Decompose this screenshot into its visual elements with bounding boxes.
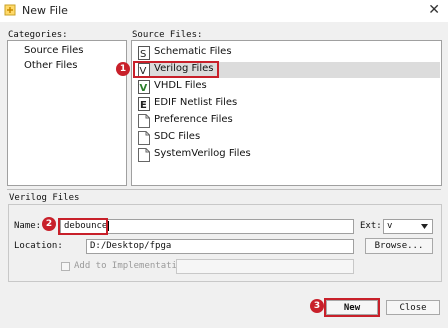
section-divider: [7, 189, 441, 190]
annotation-box-new: [324, 298, 380, 317]
svg-text:E: E: [140, 100, 147, 111]
location-field[interactable]: D:/Desktop/fpga: [86, 239, 354, 254]
ext-value: v: [387, 221, 393, 231]
annotation-badge-1: 1: [116, 62, 130, 76]
annotation-badge-3: 3: [310, 299, 324, 313]
source-item-label: SDC Files: [154, 131, 201, 142]
source-item-label: Schematic Files: [154, 46, 232, 57]
categories-label: Categories:: [8, 30, 68, 40]
source-item-systemverilog[interactable]: SystemVerilog Files: [138, 147, 440, 163]
annotation-badge-2: 2: [42, 217, 56, 231]
text-cursor: [108, 221, 110, 231]
implementation-select[interactable]: [176, 259, 354, 274]
add-to-implementation-label: Add to Implementation: [74, 261, 188, 271]
title-bar: New File ✕: [0, 0, 448, 22]
ext-label: Ext:: [360, 221, 382, 231]
new-file-icon: [4, 4, 16, 16]
annotation-box-verilog: [133, 61, 219, 78]
vhdl-file-icon: V: [138, 80, 150, 94]
preference-file-icon: [138, 114, 150, 128]
name-label: Name:: [14, 221, 42, 231]
ext-select[interactable]: v: [383, 219, 433, 234]
source-item-label: Preference Files: [154, 114, 233, 125]
source-item-label: EDIF Netlist Files: [154, 97, 238, 108]
source-files-label: Source Files:: [132, 30, 203, 40]
categories-list[interactable]: Source Files Other Files: [7, 40, 127, 186]
category-source-files[interactable]: Source Files: [24, 45, 83, 56]
close-window-icon[interactable]: ✕: [428, 2, 440, 18]
chevron-down-icon: [421, 224, 428, 229]
category-other-files[interactable]: Other Files: [24, 60, 78, 71]
close-button[interactable]: Close: [386, 300, 440, 315]
source-item-schematic[interactable]: S Schematic Files: [138, 45, 440, 61]
location-label: Location:: [14, 241, 63, 251]
source-item-preference[interactable]: Preference Files: [138, 113, 440, 129]
window-title: New File: [22, 4, 68, 17]
browse-button[interactable]: Browse...: [365, 238, 433, 254]
svg-text:V: V: [140, 83, 148, 94]
edif-file-icon: E: [138, 97, 150, 111]
source-item-vhdl[interactable]: V VHDL Files: [138, 79, 440, 95]
annotation-box-name: [58, 218, 108, 235]
add-to-implementation-checkbox[interactable]: [61, 262, 70, 271]
location-value: D:/Desktop/fpga: [90, 241, 172, 251]
source-item-label: VHDL Files: [154, 80, 207, 91]
svg-text:S: S: [140, 49, 146, 60]
source-item-label: SystemVerilog Files: [154, 148, 251, 159]
systemverilog-file-icon: [138, 148, 150, 162]
schematic-file-icon: S: [138, 46, 150, 60]
source-item-edif[interactable]: E EDIF Netlist Files: [138, 96, 440, 112]
section-title: Verilog Files: [9, 193, 80, 203]
sdc-file-icon: [138, 131, 150, 145]
source-item-sdc[interactable]: SDC Files: [138, 130, 440, 146]
